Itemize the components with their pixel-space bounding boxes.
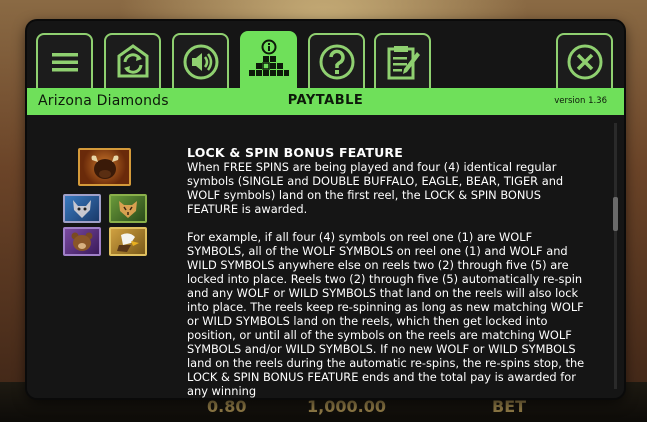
bear-icon xyxy=(71,232,93,251)
paytable-icon xyxy=(248,39,289,76)
help-icon xyxy=(319,44,354,79)
tab-sound[interactable] xyxy=(172,33,229,88)
tab-menu[interactable] xyxy=(36,33,93,88)
feature-description: LOCK & SPIN BONUS FEATURE When FREE SPIN… xyxy=(187,145,592,398)
sound-icon xyxy=(183,44,218,79)
tab-close[interactable] xyxy=(556,33,613,88)
close-icon xyxy=(567,44,602,79)
buffalo-icon xyxy=(91,155,118,179)
feature-heading: LOCK & SPIN BONUS FEATURE xyxy=(187,145,403,160)
wolf-icon xyxy=(73,199,91,218)
bet-label: BET xyxy=(492,397,527,416)
menu-icon xyxy=(51,52,78,71)
eagle-icon xyxy=(117,232,139,252)
tiger-icon xyxy=(119,200,137,218)
feature-paragraph-2: For example, if all four (4) symbols on … xyxy=(187,230,585,398)
history-icon xyxy=(387,45,420,79)
paytable-dialog: Arizona Diamonds PAYTABLE version 1.36 L… xyxy=(27,21,624,398)
title-bar: Arizona Diamonds PAYTABLE version 1.36 xyxy=(27,88,624,115)
win-value: 1,000.00 xyxy=(307,397,386,416)
tiger-symbol xyxy=(109,194,147,223)
bet-value: 0.80 xyxy=(207,397,247,416)
tab-bar xyxy=(27,21,624,88)
version-label: version 1.36 xyxy=(554,96,607,106)
wolf-symbol xyxy=(63,194,101,223)
scrollbar-thumb[interactable] xyxy=(613,197,618,231)
bear-symbol xyxy=(63,227,101,256)
autoplay-icon xyxy=(117,43,148,77)
eagle-symbol xyxy=(109,227,147,256)
tab-history[interactable] xyxy=(374,33,431,88)
feature-paragraph-1: When FREE SPINS are being played and fou… xyxy=(187,160,564,216)
tab-help[interactable] xyxy=(308,33,365,88)
buffalo-symbol xyxy=(78,148,131,186)
section-title: PAYTABLE xyxy=(287,93,364,108)
tab-paytable[interactable] xyxy=(240,31,297,88)
scrollbar-track[interactable] xyxy=(614,123,617,389)
paytable-content[interactable]: LOCK & SPIN BONUS FEATURE When FREE SPIN… xyxy=(27,115,624,398)
tab-autoplay[interactable] xyxy=(104,33,161,88)
